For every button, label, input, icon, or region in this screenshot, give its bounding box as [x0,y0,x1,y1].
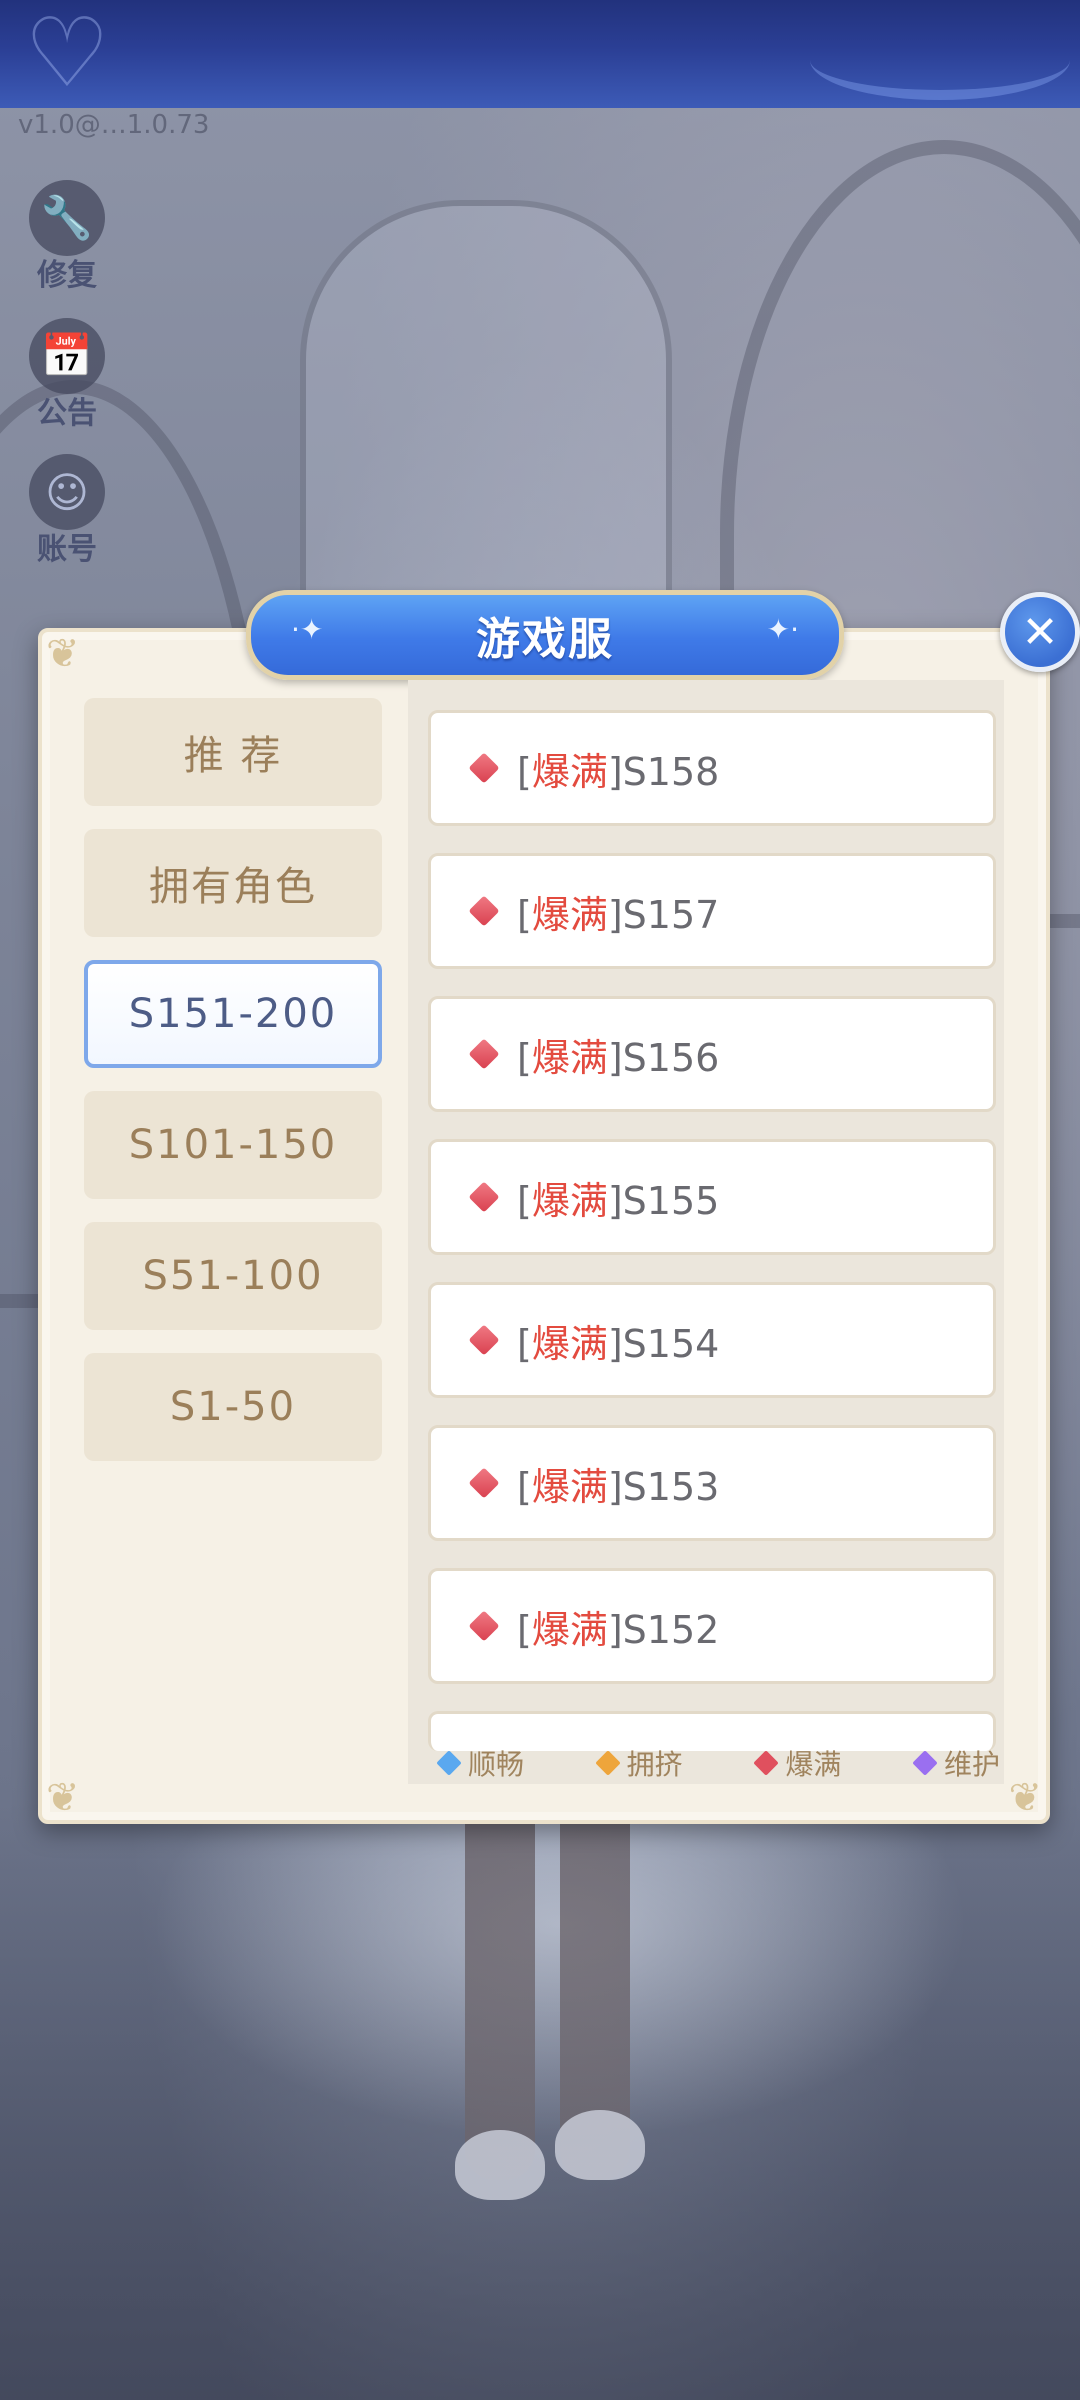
repair-label: 修复 [37,258,97,293]
close-icon: ✕ [1021,606,1059,658]
status-full-icon [468,1038,500,1070]
version-label: v1.0@…1.0.73 [18,110,210,140]
category-owned-characters[interactable]: 拥有角色 [84,829,382,937]
top-banner: ♡ [0,0,1080,108]
announcement-label: 公告 [37,396,97,431]
repair-button[interactable]: 🔧 修复 [22,180,112,294]
avatar-icon: ☺ [29,454,105,530]
background-character-shoe [555,2110,645,2180]
corner-ornament-icon: ❦ [1008,1775,1042,1821]
legend-full: 爆满 [753,1743,842,1783]
server-name: [爆满]S153 [517,1464,720,1509]
wrench-icon: 🔧 [29,180,105,256]
heart-logo-icon: ♡ [24,0,111,109]
sparkle-icon: ·✦ [291,613,324,646]
account-label: 账号 [37,532,97,567]
server-name: [爆满]S155 [517,1178,720,1223]
server-list[interactable]: [爆满]S158 [爆满]S157 [爆满]S156 [爆满]S155 [爆满]… [408,680,1004,1784]
corner-ornament-icon: ❦ [46,1775,80,1821]
server-row-s158[interactable]: [爆满]S158 [428,710,996,826]
legend-label: 维护 [943,1748,1000,1781]
crowded-status-icon [594,1750,621,1776]
server-category-list: 推 荐 拥有角色 S151-200 S101-150 S51-100 S1-50 [84,698,384,1484]
game-login-screen: ♡ v1.0@…1.0.73 🔧 修复 📅 公告 ☺ 账号 ❦ ❦ ❦ ❦ ·✦… [0,0,1080,2400]
server-name: [爆满]S152 [517,1607,720,1652]
category-s1-50[interactable]: S1-50 [84,1353,382,1461]
status-full-icon [468,1324,500,1356]
background-character-shoe [455,2130,545,2200]
status-full-icon [468,895,500,927]
legend-maintenance: 维护 [912,1743,1000,1783]
server-name: [爆满]S157 [517,892,720,937]
category-s51-100[interactable]: S51-100 [84,1222,382,1330]
server-name: [爆满]S156 [517,1035,720,1080]
maintenance-status-icon [912,1750,938,1776]
legend-label: 拥挤 [626,1748,683,1781]
legend-label: 爆满 [785,1748,842,1781]
calendar-icon: 📅 [29,318,105,394]
dialog-title: 游戏服 [476,614,614,665]
category-recommended[interactable]: 推 荐 [84,698,382,806]
account-button[interactable]: ☺ 账号 [22,454,112,568]
legend-crowded: 拥挤 [594,1743,683,1783]
close-button[interactable]: ✕ [1000,592,1080,672]
server-name: [爆满]S154 [517,1321,720,1366]
smooth-status-icon [436,1750,462,1776]
legend-smooth: 顺畅 [436,1743,525,1783]
category-s101-150[interactable]: S101-150 [84,1091,382,1199]
server-row-s154[interactable]: [爆满]S154 [428,1282,996,1398]
swirl-decoration [810,20,1070,100]
server-row-s152[interactable]: [爆满]S152 [428,1568,996,1684]
category-s151-200[interactable]: S151-200 [84,960,382,1068]
corner-ornament-icon: ❦ [46,631,80,677]
server-name: [爆满]S158 [517,749,720,794]
status-legend: 顺畅 拥挤 爆满 维护 [436,1742,1000,1784]
legend-label: 顺畅 [468,1748,525,1781]
announcement-button[interactable]: 📅 公告 [22,318,112,432]
status-full-icon [468,1467,500,1499]
server-row-s156[interactable]: [爆满]S156 [428,996,996,1112]
server-row-s155[interactable]: [爆满]S155 [428,1139,996,1255]
full-status-icon [753,1750,780,1776]
status-full-icon [468,1181,500,1213]
status-full-icon [468,1610,500,1642]
server-row-s153[interactable]: [爆满]S153 [428,1425,996,1541]
status-full-icon [468,752,500,784]
dialog-title-bar: ·✦ 游戏服 ✦· [246,590,844,680]
sparkle-icon: ✦· [766,613,799,646]
server-row-s157[interactable]: [爆满]S157 [428,853,996,969]
